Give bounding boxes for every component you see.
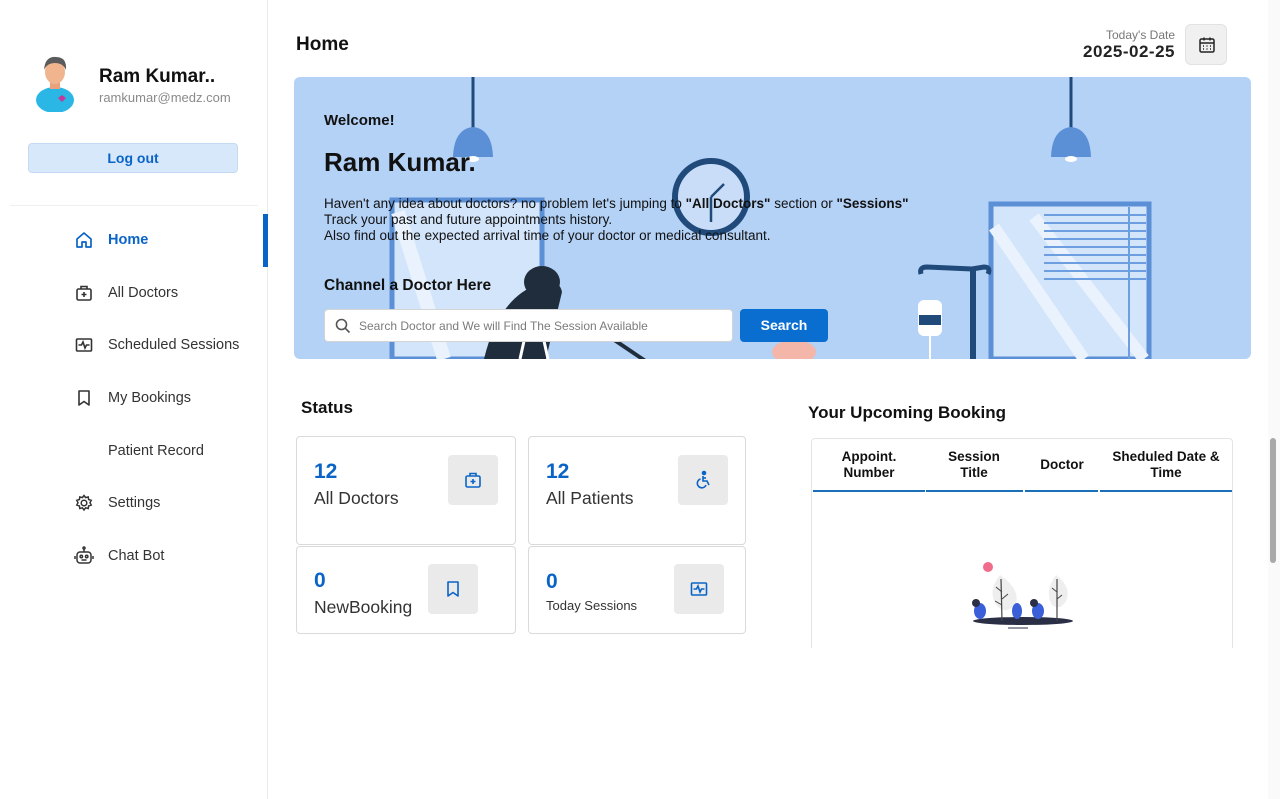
sessions-highlight: "Sessions": [836, 196, 909, 211]
status-card-label: Today Sessions: [546, 598, 638, 613]
sidebar-item-patient-record[interactable]: Patient Record: [0, 431, 268, 471]
sidebar-item-label: All Doctors: [108, 285, 179, 301]
welcome-heading: Welcome!: [324, 112, 395, 129]
status-heading: Status: [301, 398, 353, 417]
page-scrollbar[interactable]: [1268, 0, 1280, 799]
table-header-appoint-number: Appoint. Number: [841, 449, 897, 480]
sidebar-item-chat-bot[interactable]: Chat Bot: [0, 536, 268, 576]
sidebar-divider: [10, 205, 258, 206]
table-header-scheduled-date: Sheduled Date & Time: [1112, 449, 1220, 480]
sidebar-item-label: My Bookings: [108, 390, 192, 406]
doctor-search-input[interactable]: [359, 310, 727, 341]
profile-name: Ram Kumar..: [99, 66, 216, 87]
sidebar-item-label: Scheduled Sessions: [108, 337, 240, 353]
status-card-today-sessions[interactable]: 0 Today Sessions: [528, 546, 746, 634]
status-card-value: 0: [546, 570, 558, 593]
sidebar-item-scheduled-sessions[interactable]: Scheduled Sessions: [0, 325, 268, 365]
scrollbar-thumb[interactable]: [1270, 438, 1276, 563]
header-underline: [1100, 490, 1232, 492]
date-label: Today's Date: [1106, 28, 1175, 42]
sidebar-item-label: Settings: [108, 495, 161, 511]
table-header-session-title: Session Title: [948, 449, 1000, 480]
header-underline: [813, 490, 925, 492]
empty-state-illustration: [972, 562, 1073, 629]
status-card-all-patients[interactable]: 12 All Patients: [528, 436, 746, 545]
all-doctors-highlight: "All Doctors": [685, 196, 771, 211]
welcome-user-name: Ram Kumar.: [324, 147, 476, 177]
avatar: [36, 56, 74, 112]
robot-icon: [74, 546, 94, 564]
sidebar-item-home[interactable]: Home: [0, 214, 268, 267]
welcome-line-3: Also find out the expected arrival time …: [324, 228, 771, 243]
pulse-icon: [75, 338, 93, 352]
status-card-label: NewBooking: [314, 597, 413, 617]
header-underline: [926, 490, 1023, 492]
sidebar: Ram Kumar.. ramkumar@medz.com Log out Ho…: [0, 0, 268, 799]
medical-bag-icon: [465, 472, 481, 488]
status-card-icon-box: [428, 564, 478, 614]
logout-button[interactable]: Log out: [28, 143, 238, 173]
bookmark-icon: [78, 390, 90, 406]
sidebar-item-label: Chat Bot: [108, 548, 165, 564]
status-card-label: All Doctors: [314, 488, 399, 508]
header-underline: [1025, 490, 1098, 492]
gear-icon: [75, 494, 93, 512]
upcoming-booking-table: Appoint. Number Session Title Doctor She…: [811, 438, 1233, 648]
profile-email: ramkumar@medz.com: [99, 90, 231, 105]
welcome-description: Haven't any idea about doctors? no probl…: [324, 196, 909, 244]
table-header-doctor: Doctor: [1040, 457, 1084, 472]
status-card-all-doctors[interactable]: 12 All Doctors: [296, 436, 516, 545]
doctor-search-box[interactable]: [324, 309, 733, 342]
sidebar-item-settings[interactable]: Settings: [0, 483, 268, 523]
bookmark-icon: [447, 581, 459, 597]
page-title: Home: [296, 34, 349, 55]
sidebar-item-my-bookings[interactable]: My Bookings: [0, 378, 268, 418]
upcoming-booking-heading: Your Upcoming Booking: [808, 403, 1007, 422]
status-card-label: All Patients: [546, 488, 634, 508]
wheelchair-icon: [696, 470, 710, 489]
search-button[interactable]: Search: [740, 309, 828, 342]
search-icon: [335, 318, 351, 334]
status-card-icon-box: [678, 455, 728, 505]
text-span: Haven't any idea about doctors? no probl…: [324, 196, 686, 211]
status-card-value: 12: [314, 460, 338, 483]
calendar-button[interactable]: [1185, 24, 1227, 65]
channel-doctor-heading: Channel a Doctor Here: [324, 277, 492, 294]
home-icon: [76, 232, 92, 248]
sidebar-item-label: Patient Record: [108, 443, 204, 459]
welcome-line-1: Haven't any idea about doctors? no probl…: [324, 196, 909, 212]
status-card-icon-box: [448, 455, 498, 505]
welcome-banner: Welcome! Ram Kumar. Haven't any idea abo…: [294, 77, 1251, 359]
status-card-new-booking[interactable]: 0 NewBooking: [296, 546, 516, 634]
sidebar-item-all-doctors[interactable]: All Doctors: [0, 273, 268, 313]
calendar-icon: [1199, 37, 1215, 53]
pulse-icon: [690, 582, 708, 596]
status-card-value: 12: [546, 460, 570, 483]
status-card-value: 0: [314, 569, 326, 592]
welcome-line-2: Track your past and future appointments …: [324, 212, 613, 227]
sidebar-item-label: Home: [108, 232, 149, 248]
status-card-icon-box: [674, 564, 724, 614]
medical-bag-icon: [76, 285, 92, 301]
text-span: section or: [770, 196, 837, 211]
profile-section: Ram Kumar.. ramkumar@medz.com: [28, 54, 258, 114]
date-value: 2025-02-25: [1083, 42, 1175, 61]
